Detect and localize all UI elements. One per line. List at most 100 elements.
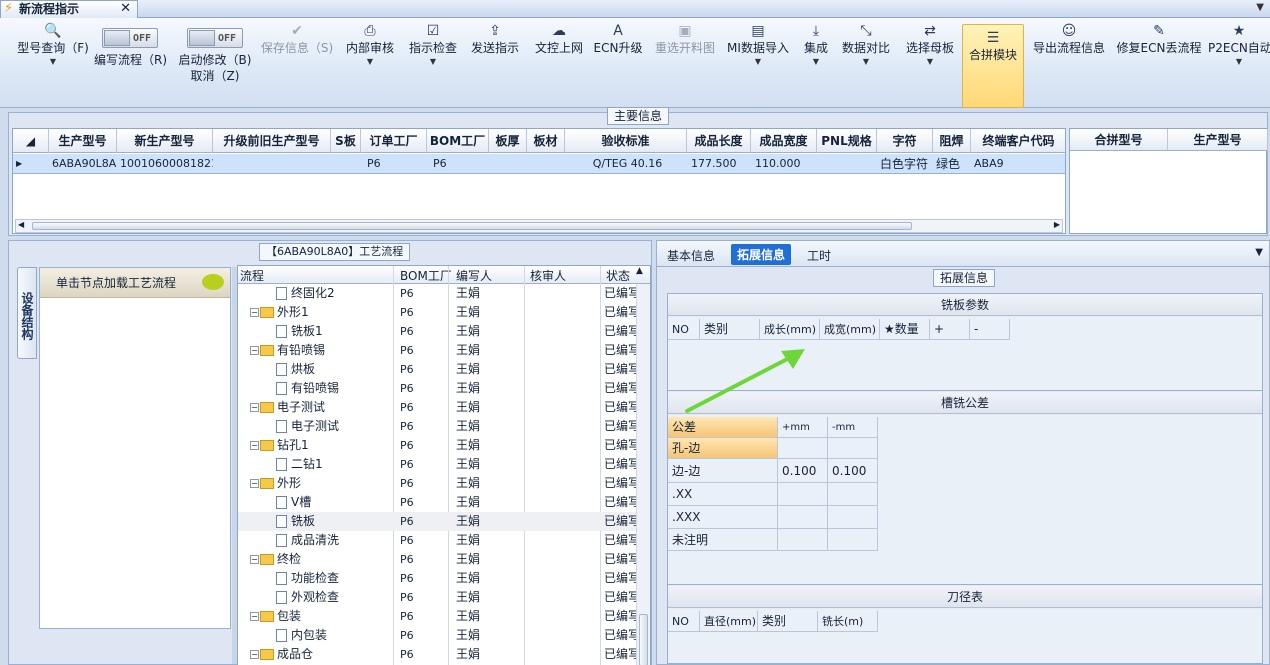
table-row[interactable]: 成品清洗 P6 王娟 已编写 <box>238 531 648 550</box>
col-header[interactable]: 核审人 <box>530 267 566 284</box>
table-row[interactable]: − 电子测试 P6 王娟 已编写 <box>238 398 648 417</box>
table-cell[interactable]: 6ABA90L8A0 <box>49 154 117 174</box>
col-header[interactable]: 板厚 <box>489 129 527 153</box>
collapse-icon[interactable]: − <box>250 555 259 564</box>
col-header[interactable]: 阻焊 <box>933 129 971 153</box>
tab-basic-info[interactable]: 基本信息 <box>663 245 719 266</box>
table-cell[interactable]: 10010600081821 <box>117 154 213 174</box>
table-row[interactable]: V槽 P6 王娟 已编写 <box>238 493 648 512</box>
table-row[interactable]: 铣板1 P6 王娟 已编写 <box>238 322 648 341</box>
table-row[interactable]: − 终检 P6 王娟 已编写 <box>238 550 648 569</box>
tolerance-cell[interactable] <box>828 438 878 459</box>
tolerance-cell[interactable] <box>828 506 878 529</box>
col-header[interactable]: 板材 <box>527 129 565 153</box>
tolerance-cell[interactable]: 0.100 <box>778 459 828 483</box>
col-header[interactable]: 直径(mm) <box>700 611 758 632</box>
col-header[interactable]: 编写人 <box>456 267 492 284</box>
table-cell[interactable] <box>817 154 877 174</box>
write-flow-toggle[interactable]: OFF 编写流程（R) <box>94 18 167 106</box>
collapse-icon[interactable]: − <box>250 441 259 450</box>
table-cell[interactable] <box>331 154 361 174</box>
col-header[interactable]: 成长(mm) <box>760 319 820 340</box>
col-header[interactable]: 生产型号 <box>1168 129 1268 151</box>
col-header[interactable]: - <box>970 319 1010 340</box>
internal-review-button[interactable]: ⎙ 内部审核 ▼ <box>340 18 400 106</box>
load-flow-item[interactable]: 单击节点加载工艺流程 <box>40 268 230 298</box>
vertical-scrollbar[interactable] <box>636 284 650 665</box>
table-row[interactable]: − 成品仓 P6 王娟 已编写 <box>238 645 648 664</box>
table-row[interactable]: − 包装 P6 王娟 已编写 <box>238 607 648 626</box>
table-cell[interactable]: 110.000 <box>751 154 817 174</box>
col-header[interactable]: NO <box>668 611 700 632</box>
integrate-button[interactable]: ⤓ 集成 ▼ <box>798 18 834 106</box>
select-mother-button[interactable]: ⇄ 选择母板 ▼ <box>900 18 960 106</box>
col-header[interactable]: + <box>930 319 970 340</box>
tolerance-cell[interactable] <box>778 438 828 459</box>
scroll-right-icon[interactable]: ▶ <box>1054 220 1060 229</box>
table-row[interactable]: 铣板 P6 王娟 已编写 <box>238 512 648 531</box>
document-tab[interactable]: ⚡ 新流程指示 ✕ <box>0 0 138 18</box>
col-header[interactable]: 成品长度 <box>687 129 751 153</box>
col-header[interactable]: S板 <box>331 129 361 153</box>
grid-corner[interactable]: ◢ <box>13 129 49 153</box>
collapse-icon[interactable]: − <box>250 612 259 621</box>
table-row[interactable]: − 钻孔1 P6 王娟 已编写 <box>238 436 648 455</box>
mi-import-button[interactable]: ▤ MI数据导入 ▼ <box>724 18 792 106</box>
table-cell[interactable]: P6 <box>361 154 427 174</box>
reselect-map-button[interactable]: ▣ 重选开料图 <box>650 18 720 106</box>
collapse-icon[interactable]: − <box>250 346 259 355</box>
table-cell[interactable] <box>527 154 565 174</box>
collapse-icon[interactable]: − <box>250 308 259 317</box>
table-cell[interactable]: 177.500 <box>687 154 751 174</box>
tolerance-cell[interactable]: 0.100 <box>828 459 878 483</box>
table-row[interactable]: − 有铅喷锡 P6 王娟 已编写 <box>238 341 648 360</box>
horizontal-scrollbar[interactable]: ◀ ▶ <box>15 219 1063 233</box>
col-header[interactable]: BOM工厂 <box>427 129 489 153</box>
scrollbar-thumb[interactable] <box>32 222 912 230</box>
start-edit-switch[interactable]: OFF <box>187 28 243 48</box>
table-row[interactable]: 功能检查 P6 王娟 已编写 <box>238 569 648 588</box>
col-header[interactable]: 成品宽度 <box>751 129 817 153</box>
instruction-check-button[interactable]: ☑ 指示检查 ▼ <box>404 18 462 106</box>
tolerance-label[interactable]: .XXX <box>668 506 778 529</box>
fix-ecn-button[interactable]: ✎ 修复ECN丢流程 <box>1116 18 1202 106</box>
table-cell[interactable]: 白色字符 <box>877 154 933 174</box>
table-row[interactable]: 内包装 P6 王娟 已编写 <box>238 626 648 645</box>
col-header[interactable]: BOM工厂 <box>400 267 452 284</box>
table-cell[interactable]: ABA9 <box>971 154 1065 174</box>
col-header[interactable]: 终端客户代码 <box>971 129 1065 153</box>
scroll-up-icon[interactable]: ▲ <box>636 266 643 276</box>
col-header[interactable]: ★数量 <box>880 319 930 340</box>
tolerance-cell[interactable] <box>778 529 828 551</box>
device-structure-tab[interactable]: 设备结构 <box>17 267 37 359</box>
table-row[interactable]: 外观检查 P6 王娟 已编写 <box>238 588 648 607</box>
col-header[interactable]: 铣长(m) <box>818 611 878 632</box>
tolerance-label[interactable]: 边-边 <box>668 459 778 483</box>
table-cell[interactable]: Q/TEG 40.16 <box>565 154 687 174</box>
write-flow-switch[interactable]: OFF <box>102 28 158 48</box>
col-header[interactable]: 状态 <box>606 267 630 284</box>
tolerance-label[interactable]: 未注明 <box>668 529 778 551</box>
col-header[interactable]: 订单工厂 <box>361 129 427 153</box>
scrollbar-thumb[interactable] <box>639 614 648 665</box>
tolerance-label[interactable]: .XX <box>668 483 778 506</box>
export-flow-button[interactable]: ☺ 导出流程信息 <box>1028 18 1110 106</box>
table-cell[interactable] <box>489 154 527 174</box>
scroll-left-icon[interactable]: ◀ <box>18 220 24 229</box>
tolerance-cell[interactable] <box>828 529 878 551</box>
tolerance-cell[interactable] <box>828 483 878 506</box>
table-row[interactable]: 终固化2 P6 王娟 已编写 <box>238 284 648 303</box>
data-compare-button[interactable]: ⤡ 数据对比 ▼ <box>838 18 894 106</box>
col-header[interactable]: 字符 <box>877 129 933 153</box>
table-row[interactable]: 烘板 P6 王娟 已编写 <box>238 360 648 379</box>
tolerance-cell[interactable] <box>778 506 828 529</box>
table-row[interactable]: ▶ 6ABA90L8A0 10010600081821 P6 P6 Q/TEG … <box>13 154 1065 174</box>
table-cell[interactable]: P6 <box>427 154 489 174</box>
col-header[interactable]: 生产型号 <box>49 129 117 153</box>
tab-work-hours[interactable]: 工时 <box>803 245 835 266</box>
tolerance-header[interactable]: -mm <box>828 417 878 438</box>
tolerance-label[interactable]: 孔-边 <box>668 438 778 459</box>
table-row[interactable]: 电子测试 P6 王娟 已编写 <box>238 417 648 436</box>
ecn-upgrade-button[interactable]: A ECN升级 <box>592 18 644 106</box>
col-header[interactable]: 成宽(mm) <box>820 319 880 340</box>
